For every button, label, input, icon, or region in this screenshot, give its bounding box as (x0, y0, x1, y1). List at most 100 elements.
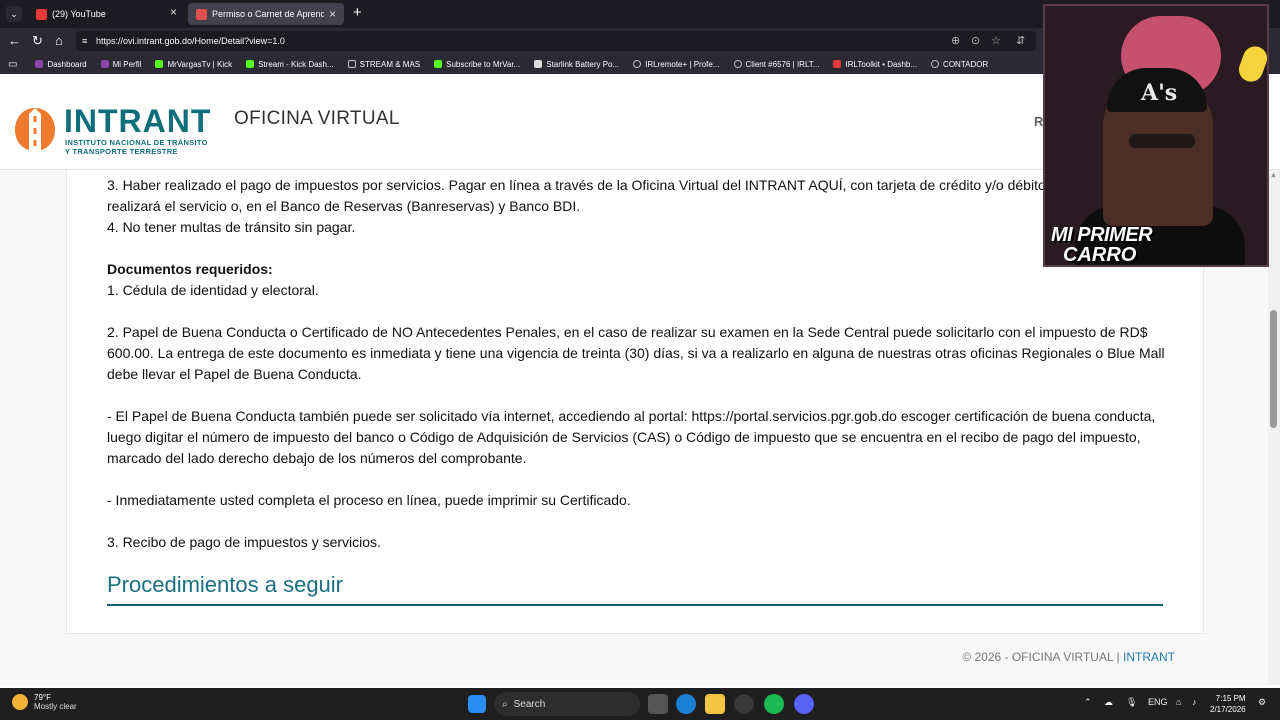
discord-icon[interactable] (794, 694, 814, 714)
page-icon (534, 60, 543, 68)
bookmark-item[interactable]: STREAM & MAS (342, 60, 428, 69)
kick-icon (246, 60, 255, 68)
scrollbar-thumb[interactable] (1270, 310, 1277, 428)
page-scrollbar[interactable]: ▲ (1268, 170, 1280, 685)
extensions-icon[interactable]: ⇵ (1016, 31, 1025, 51)
banana-image (1235, 42, 1267, 86)
cloud-icon[interactable]: ☁ (1104, 697, 1113, 708)
bookmark-item[interactable]: IRLremote+ | Profe... (627, 60, 727, 69)
bookmark-label: Starlink Battery Po... (546, 59, 620, 69)
new-tab-plus-icon[interactable]: + (353, 4, 362, 21)
logo-subtitle: Y TRANSPORTE TERRESTRE (65, 147, 178, 156)
app-icon[interactable] (734, 694, 754, 714)
bookmark-label: Subscribe to MrVar... (446, 59, 521, 69)
windows-start-icon[interactable] (468, 695, 486, 713)
show-hidden-icons-chevron-icon[interactable]: ⌃ (1084, 697, 1092, 708)
url-text: https://ovi.intrant.gob.do/Home/Detail?v… (96, 36, 285, 46)
address-bar[interactable]: ≡ https://ovi.intrant.gob.do/Home/Detail… (76, 31, 1036, 51)
spotify-icon[interactable] (764, 694, 784, 714)
weather-condition: Mostly clear (34, 702, 77, 711)
reader-icon[interactable]: ⊙ (971, 31, 980, 51)
intrant-logo-mark-icon (15, 108, 55, 150)
globe-icon (733, 60, 742, 68)
microphone-icon[interactable]: 🎙 (1126, 697, 1137, 708)
bookmark-label: Dashboard (47, 59, 87, 69)
system-clock[interactable]: 7:15 PM 2/17/2026 (1210, 693, 1246, 715)
intrant-favicon-icon (196, 8, 207, 20)
documents-heading: Documentos requeridos: (107, 261, 273, 277)
weather-moon-icon (12, 694, 28, 710)
scroll-up-arrow-icon[interactable]: ▲ (1270, 172, 1277, 179)
windows-taskbar: 79°F Mostly clear ⌕ Search ⌃ ☁ 🎙 ENG ⌂ ♪… (0, 688, 1280, 720)
glasses-image (1129, 134, 1195, 148)
bookmark-item[interactable]: Subscribe to MrVar... (428, 60, 528, 69)
site-info-icon[interactable]: ≡ (82, 31, 87, 51)
section-title: Procedimientos a seguir (107, 572, 344, 597)
tab-list-chevron-icon[interactable]: ⌄ (6, 6, 22, 22)
requirements-content: 3. Haber realizado el pago de impuestos … (107, 168, 1167, 553)
search-label: Search (513, 698, 546, 710)
taskbar-search[interactable]: ⌕ Search (494, 692, 640, 716)
edge-browser-icon[interactable] (676, 694, 696, 714)
bookmark-item[interactable]: Mi Perfil (95, 60, 150, 69)
bookmark-item[interactable]: Dashboard (29, 60, 94, 69)
clock-time: 7:15 PM (1215, 694, 1246, 703)
stream-title-line2: CARRO (1063, 244, 1137, 266)
bookmark-label: CONTADOR (943, 59, 989, 69)
clipped-line (107, 168, 1167, 175)
footer-intrant-link[interactable]: INTRANT (1123, 650, 1175, 664)
volume-icon[interactable]: ♪ (1192, 697, 1197, 707)
bookmark-item[interactable]: Client #6576 | IRLT... (728, 60, 828, 69)
weather-widget[interactable]: 79°F Mostly clear (12, 693, 77, 711)
tab-intrant[interactable]: Permiso o Carnet de Aprendizaje I × (188, 3, 344, 25)
bookmark-label: IRLremote+ | Profe... (645, 59, 720, 69)
tab-label: (29) YouTube (52, 9, 106, 19)
hat-logo-image: A's (1141, 80, 1178, 106)
close-tab-icon[interactable]: × (329, 7, 336, 21)
nav-link-partial[interactable]: R (1034, 114, 1043, 129)
bookmark-item[interactable]: Starlink Battery Po... (528, 60, 627, 69)
zoom-icon[interactable]: ⊕ (951, 31, 960, 51)
bookmark-icon (35, 60, 44, 68)
footer-text: © 2026 - OFICINA VIRTUAL | (962, 650, 1123, 664)
bookmark-label: IRLToolkit • Dashb... (845, 59, 918, 69)
irltoolkit-icon (833, 60, 842, 68)
counter-icon (931, 60, 940, 68)
section-divider (107, 604, 1163, 606)
bookmark-icon (100, 60, 109, 68)
back-arrow-icon[interactable]: ← (8, 33, 21, 49)
intrant-logo[interactable]: INTRANT INSTITUTO NACIONAL DE TRÁNSITO Y… (13, 103, 223, 156)
logo-name: INTRANT (64, 103, 212, 139)
globe-icon (633, 60, 642, 68)
document-item: 3. Recibo de pago de impuestos y servici… (107, 534, 381, 550)
bookmark-item[interactable]: MrVargasTv | Kick (149, 60, 240, 69)
language-indicator[interactable]: ENG (1148, 697, 1168, 707)
bookmarks-menu-icon[interactable]: ▭ (8, 59, 17, 70)
kick-icon (434, 60, 443, 68)
tab-youtube[interactable]: (29) YouTube (28, 3, 184, 25)
reload-icon[interactable]: ↻ (32, 33, 43, 49)
clock-date: 2/17/2026 (1210, 705, 1246, 714)
bookmark-item[interactable]: CONTADOR (925, 60, 996, 69)
bookmark-label: STREAM & MAS (359, 59, 421, 69)
youtube-favicon-icon (36, 8, 47, 20)
document-item: 2. Papel de Buena Conducta o Certificado… (107, 324, 1165, 382)
close-tab-icon[interactable]: × (170, 5, 177, 19)
bookmark-item[interactable]: IRLToolkit • Dashb... (827, 60, 925, 69)
logo-subtitle: INSTITUTO NACIONAL DE TRÁNSITO (65, 138, 208, 147)
folder-icon (347, 60, 356, 68)
notification-icon[interactable]: ⚙ (1258, 697, 1266, 708)
file-explorer-icon[interactable] (705, 694, 725, 714)
office-title: OFICINA VIRTUAL (234, 108, 400, 129)
bookmark-item[interactable]: Stream - Kick Dash... (240, 60, 342, 69)
bookmark-star-icon[interactable]: ☆ (991, 31, 1001, 51)
bookmark-label: Client #6576 | IRLT... (745, 59, 820, 69)
network-icon[interactable]: ⌂ (1176, 697, 1181, 707)
temperature: 79°F (34, 693, 51, 702)
bookmark-label: Stream - Kick Dash... (258, 59, 334, 69)
home-icon[interactable]: ⌂ (55, 33, 63, 49)
webcam-overlay: A's MI PRIMER CARRO (1043, 4, 1269, 267)
task-view-icon[interactable] (648, 694, 668, 714)
bookmark-label: MrVargasTv | Kick (167, 59, 233, 69)
bookmark-label: Mi Perfil (112, 59, 142, 69)
